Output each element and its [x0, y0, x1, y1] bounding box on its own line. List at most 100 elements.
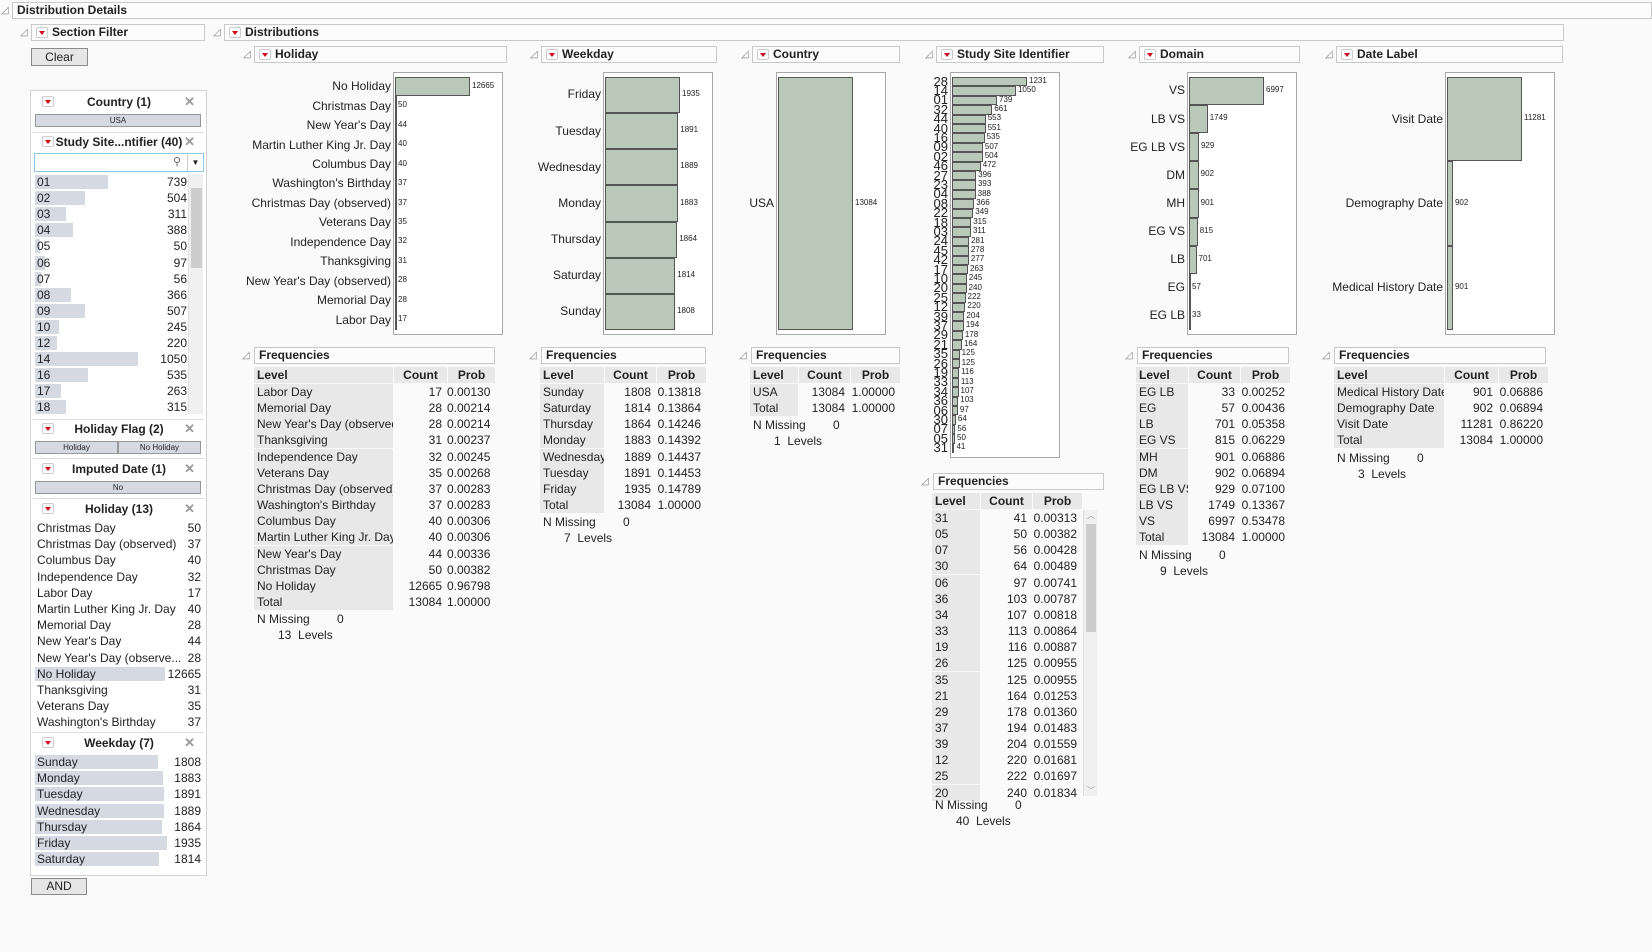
filter-list-item[interactable]: 08 366 — [35, 287, 187, 303]
disclosure-triangle-icon[interactable]: ◿ — [925, 50, 935, 60]
filter-list-item[interactable]: 17 263 — [35, 383, 187, 399]
column-header-count[interactable]: Count — [981, 493, 1032, 509]
frequencies-header-domain[interactable]: Frequencies — [1137, 347, 1289, 364]
dropdown-button[interactable]: ▼ — [187, 154, 203, 171]
column-header-count[interactable]: Count — [394, 367, 447, 383]
filter-list-item[interactable]: Friday 1935 — [35, 835, 201, 851]
bar[interactable] — [952, 340, 962, 350]
bar[interactable] — [605, 293, 676, 330]
filter-list-item[interactable]: 01 739 — [35, 174, 187, 190]
filter-button-usa[interactable]: USA — [35, 114, 201, 127]
filter-list-item[interactable]: Veterans Day 35 — [35, 698, 201, 714]
bar[interactable] — [395, 193, 397, 214]
filter-button-no[interactable]: No — [35, 481, 201, 494]
filter-list-item[interactable]: Tuesday 1891 — [35, 786, 201, 802]
bar[interactable] — [395, 271, 397, 292]
bar[interactable] — [952, 387, 959, 397]
bar[interactable] — [952, 133, 985, 143]
filter-list-item[interactable]: 09 507 — [35, 303, 187, 319]
scrollbar[interactable] — [188, 174, 203, 414]
bar[interactable] — [395, 154, 397, 175]
bar[interactable] — [952, 349, 960, 359]
filter-list-item[interactable]: 06 97 — [35, 255, 187, 271]
disclosure-triangle-icon[interactable]: ◿ — [1325, 50, 1335, 60]
filter-list-item[interactable]: New Year's Day (observe... 28 — [35, 650, 201, 666]
disclosure-triangle-icon[interactable]: ◿ — [243, 50, 253, 60]
bar[interactable] — [605, 113, 679, 150]
bar[interactable] — [1447, 245, 1453, 330]
frequencies-header-weekday[interactable]: Frequencies — [541, 347, 706, 364]
panel-holiday-header[interactable]: Holiday — [254, 46, 507, 63]
bar[interactable] — [952, 293, 966, 303]
disclosure-triangle-icon[interactable]: ◿ — [1, 6, 11, 16]
panel-domain-header[interactable]: Domain — [1139, 46, 1300, 63]
red-triangle-menu-icon[interactable] — [42, 463, 54, 474]
filter-list-item[interactable]: Wednesday 1889 — [35, 803, 201, 819]
column-header-level[interactable]: Level — [1136, 367, 1188, 383]
bar[interactable] — [952, 302, 966, 312]
disclosure-triangle-icon[interactable]: ◿ — [213, 28, 223, 38]
bar[interactable] — [1189, 77, 1264, 106]
close-icon[interactable]: ✕ — [184, 460, 195, 478]
bar[interactable] — [395, 232, 397, 253]
panel-date-label-header[interactable]: Date Label — [1336, 46, 1563, 63]
filter-list-item[interactable]: 10 245 — [35, 319, 187, 335]
distribution-details-header[interactable]: Distribution Details — [12, 2, 1652, 19]
disclosure-triangle-icon[interactable]: ◿ — [530, 50, 540, 60]
red-triangle-menu-icon[interactable] — [941, 49, 953, 60]
bar[interactable] — [952, 189, 976, 200]
bar[interactable] — [605, 77, 680, 114]
bar[interactable] — [1189, 189, 1199, 218]
panel-country-header[interactable]: Country — [752, 46, 900, 63]
bar[interactable] — [395, 77, 470, 97]
filter-list-item[interactable]: Thanksgiving 31 — [35, 682, 201, 698]
bar[interactable] — [952, 274, 967, 284]
red-triangle-menu-icon[interactable] — [36, 27, 48, 38]
filter-list-item[interactable]: Columbus Day 40 — [35, 552, 201, 568]
bar[interactable] — [395, 135, 397, 155]
section-filter-header[interactable]: Section Filter — [31, 24, 205, 41]
panel-study-site-identifier-header[interactable]: Study Site Identifier — [936, 46, 1104, 63]
disclosure-triangle-icon[interactable]: ◿ — [1128, 50, 1138, 60]
bar[interactable] — [952, 199, 975, 209]
bar[interactable] — [952, 396, 959, 406]
filter-list-item[interactable]: Thursday 1864 — [35, 819, 201, 835]
red-triangle-menu-icon[interactable] — [42, 96, 54, 107]
bar[interactable] — [605, 221, 678, 258]
filter-list-item[interactable]: 04 388 — [35, 222, 187, 238]
red-triangle-menu-icon[interactable] — [1144, 49, 1156, 60]
column-header-count[interactable]: Count — [799, 367, 850, 383]
column-header-prob[interactable]: Prob — [1499, 367, 1548, 383]
disclosure-triangle-icon[interactable]: ◿ — [739, 351, 749, 361]
column-header-count[interactable]: Count — [1445, 367, 1498, 383]
filter-list-item[interactable]: 12 220 — [35, 335, 187, 351]
bar[interactable] — [1447, 161, 1453, 246]
scrollbar[interactable]: ︿ ﹀ — [1083, 510, 1097, 796]
scrollbar-thumb[interactable] — [1086, 524, 1096, 632]
filter-list-item[interactable]: Independence Day 32 — [35, 569, 201, 585]
column-header-level[interactable]: Level — [750, 367, 798, 383]
bar[interactable] — [952, 368, 960, 378]
disclosure-triangle-icon[interactable]: ◿ — [741, 50, 751, 60]
column-header-prob[interactable]: Prob — [851, 367, 900, 383]
filter-list-item[interactable]: No Holiday 12665 — [35, 666, 201, 682]
column-header-prob[interactable]: Prob — [1241, 367, 1290, 383]
bar[interactable] — [1189, 273, 1191, 302]
column-header-count[interactable]: Count — [605, 367, 656, 383]
bar[interactable] — [952, 377, 959, 388]
bar[interactable] — [1189, 133, 1199, 162]
panel-weekday-header[interactable]: Weekday — [541, 46, 717, 63]
filter-list-item[interactable]: Christmas Day 50 — [35, 520, 201, 536]
filter-list-item[interactable]: Christmas Day (observed) 37 — [35, 536, 201, 552]
filter-list-item[interactable]: New Year's Day 44 — [35, 633, 201, 649]
clear-button[interactable]: Clear — [31, 48, 88, 66]
bar[interactable] — [952, 124, 986, 134]
bar[interactable] — [1189, 161, 1199, 190]
column-header-level[interactable]: Level — [1334, 367, 1444, 383]
bar[interactable] — [395, 310, 397, 330]
column-header-count[interactable]: Count — [1189, 367, 1240, 383]
filter-list-item[interactable]: 14 1050 — [35, 351, 187, 367]
disclosure-triangle-icon[interactable]: ◿ — [1125, 351, 1135, 361]
scroll-up-icon[interactable]: ︿ — [1084, 510, 1098, 521]
bar[interactable] — [952, 359, 960, 369]
